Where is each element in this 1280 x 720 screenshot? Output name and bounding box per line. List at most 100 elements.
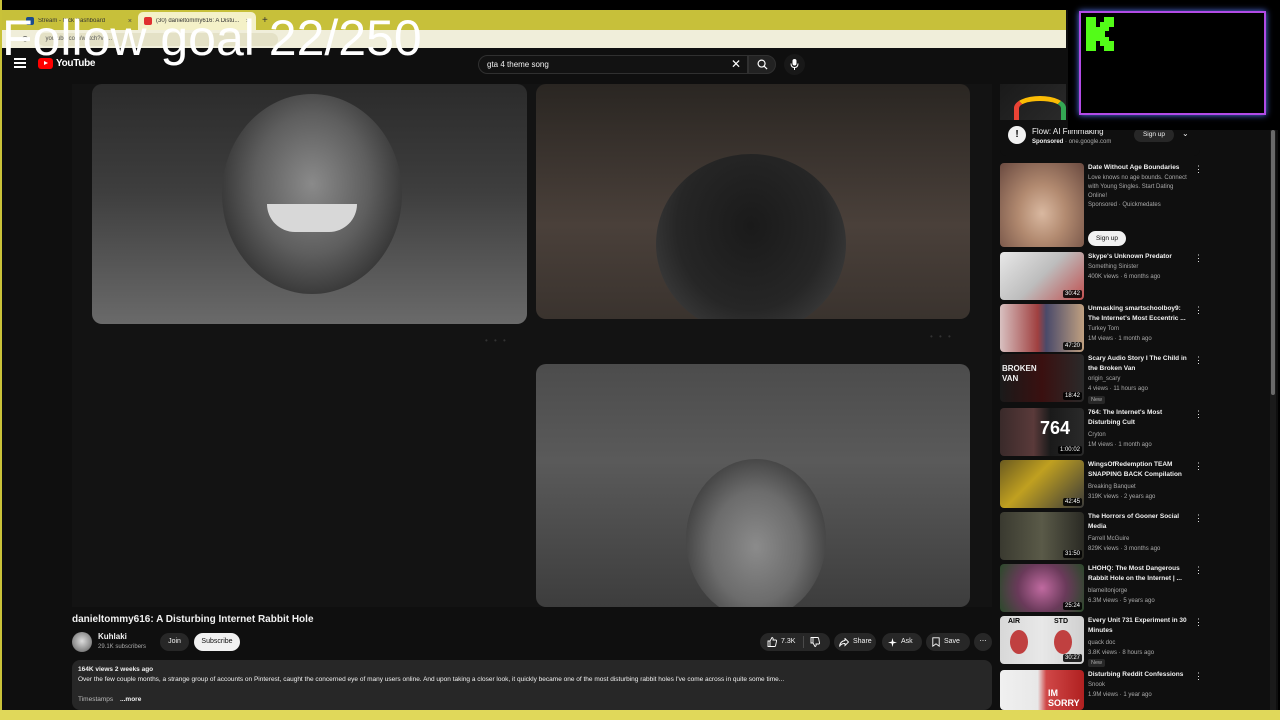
duration-badge: 30:42 bbox=[1062, 290, 1082, 298]
duration-badge: 30:27 bbox=[1062, 654, 1082, 662]
video-thumbnail[interactable]: 47:20 bbox=[1000, 304, 1084, 352]
duration-badge: 25:24 bbox=[1062, 602, 1082, 610]
recommendation-title[interactable]: 764: The Internet's Most Disturbing Cult bbox=[1088, 408, 1190, 428]
channel-name[interactable]: Farrell McGuire bbox=[1088, 536, 1129, 542]
more-vert-icon[interactable]: ⋮ bbox=[1194, 617, 1203, 627]
video-thumbnail[interactable]: 25:24 bbox=[1000, 564, 1084, 612]
channel-name[interactable]: origin_scary bbox=[1088, 376, 1120, 382]
stream-frame-top bbox=[0, 0, 1280, 10]
channel-name[interactable]: blameitonjorge bbox=[1088, 588, 1127, 594]
recommendation-title[interactable]: Date Without Age Boundaries bbox=[1088, 163, 1190, 173]
more-vert-icon[interactable]: ⋮ bbox=[1194, 461, 1203, 471]
description-box[interactable] bbox=[72, 660, 992, 710]
subscriber-count: 29.1K subscribers bbox=[98, 644, 147, 650]
channel-name[interactable]: Breaking Banquet bbox=[1088, 484, 1136, 490]
join-button[interactable]: Join bbox=[160, 633, 189, 651]
recommendation-title[interactable]: Skype's Unknown Predator bbox=[1088, 252, 1190, 262]
recommendation-meta: 1M views · 1 month ago bbox=[1088, 442, 1152, 448]
save-button[interactable]: Save bbox=[926, 633, 970, 651]
thumbnail-text: STD bbox=[1054, 618, 1068, 625]
search-button[interactable] bbox=[748, 55, 776, 74]
video-thumbnail[interactable]: BROKEN VAN 18:42 bbox=[1000, 354, 1084, 402]
recommendation-item[interactable]: AIR STD 30:27 Every Unit 731 Experiment … bbox=[1000, 616, 1205, 667]
more-vert-icon[interactable]: ⋮ bbox=[1194, 513, 1203, 523]
more-vert-icon[interactable]: ⋮ bbox=[1194, 409, 1203, 419]
recommendation-item[interactable]: Date Without Age Boundaries Love knows n… bbox=[1000, 163, 1205, 249]
video-thumbnail[interactable]: 30:42 bbox=[1000, 252, 1084, 300]
share-label: Share bbox=[853, 638, 872, 645]
signup-button[interactable]: Sign up bbox=[1088, 231, 1126, 246]
channel-name[interactable]: Cryton bbox=[1088, 432, 1106, 438]
ad-signup-button[interactable]: Sign up bbox=[1134, 128, 1174, 142]
more-vert-icon[interactable]: ⋮ bbox=[1194, 305, 1203, 315]
ask-button[interactable]: Ask bbox=[882, 633, 922, 651]
recommendation-meta: 400K views · 6 months ago bbox=[1088, 274, 1161, 280]
voice-search-button[interactable] bbox=[784, 54, 805, 75]
channel-name[interactable]: Something Sinister bbox=[1088, 264, 1138, 270]
new-badge: New bbox=[1088, 396, 1106, 404]
recommendation-item[interactable]: IM SORRY Disturbing Reddit Confessions S… bbox=[1000, 670, 1205, 710]
chevron-down-icon[interactable]: ⌄ bbox=[1182, 129, 1189, 138]
duration-badge: 18:42 bbox=[1062, 392, 1082, 400]
recommendation-title[interactable]: Scary Audio Story I The Child in the Bro… bbox=[1088, 354, 1190, 374]
recommendation-item[interactable]: 47:20 Unmasking smartschoolboy9: The Int… bbox=[1000, 304, 1205, 352]
recommendation-item[interactable]: 30:42 Skype's Unknown Predator Something… bbox=[1000, 252, 1205, 300]
recommendation-item[interactable]: 25:24 LHOHQ: The Most Dangerous Rabbit H… bbox=[1000, 564, 1205, 612]
clear-search-icon[interactable]: ✕ bbox=[731, 57, 741, 71]
sparkle-icon bbox=[888, 637, 897, 647]
more-vert-icon[interactable]: ⋮ bbox=[1194, 355, 1203, 365]
more-vert-icon[interactable]: ⋮ bbox=[1194, 164, 1203, 174]
recommendation-meta: 1M views · 1 month ago bbox=[1088, 336, 1152, 342]
recommendation-item[interactable]: 764 1:00:02 764: The Internet's Most Dis… bbox=[1000, 408, 1205, 456]
recommendation-title[interactable]: LHOHQ: The Most Dangerous Rabbit Hole on… bbox=[1088, 564, 1190, 584]
more-vert-icon[interactable]: ⋮ bbox=[1194, 253, 1203, 263]
share-button[interactable]: Share bbox=[834, 633, 876, 651]
scrollbar-thumb[interactable] bbox=[1271, 130, 1275, 395]
video-thumbnail[interactable]: IM SORRY bbox=[1000, 670, 1084, 710]
subscribe-button[interactable]: Subscribe bbox=[194, 633, 240, 651]
new-badge: New bbox=[1088, 659, 1106, 667]
more-vert-icon[interactable]: ⋮ bbox=[1194, 671, 1203, 681]
channel-name[interactable]: Snook bbox=[1088, 682, 1105, 688]
video-player[interactable]: • • • • • • bbox=[72, 84, 992, 607]
recommendation-item[interactable]: BROKEN VAN 18:42 Scary Audio Story I The… bbox=[1000, 354, 1205, 404]
like-count: 7.3K bbox=[781, 638, 796, 645]
show-more-link[interactable]: ...more bbox=[120, 696, 141, 703]
sponsored-label: Sponsored bbox=[1032, 139, 1064, 145]
thumbnail-text: 764 bbox=[1040, 418, 1071, 438]
video-thumbnail[interactable]: 764 1:00:02 bbox=[1000, 408, 1084, 456]
thumbs-down-icon bbox=[810, 637, 820, 647]
face-image bbox=[686, 459, 826, 607]
google-logo-icon bbox=[1014, 96, 1066, 120]
video-thumbnail[interactable]: 42:45 bbox=[1000, 460, 1084, 508]
ad-description: Love knows no age bounds. Connect with Y… bbox=[1088, 175, 1187, 199]
recommendation-meta: 6.3M views · 5 years ago bbox=[1088, 598, 1155, 604]
recommendation-meta: 319K views · 2 years ago bbox=[1088, 494, 1156, 500]
video-thumbnail[interactable]: 31:50 bbox=[1000, 512, 1084, 560]
more-actions-button[interactable]: ⋯ bbox=[974, 633, 992, 651]
timestamps-label: Timestamps bbox=[78, 696, 114, 703]
recommendation-title[interactable]: Every Unit 731 Experiment in 30 Minutes bbox=[1088, 616, 1190, 636]
channel-name[interactable]: quack doc bbox=[1088, 640, 1115, 646]
like-button[interactable]: 7.3K bbox=[760, 636, 804, 648]
video-panel-hair bbox=[536, 84, 970, 319]
recommendation-title[interactable]: The Horrors of Gooner Social Media bbox=[1088, 512, 1190, 532]
panel-dots-icon: • • • bbox=[485, 336, 508, 345]
video-thumbnail[interactable] bbox=[1000, 163, 1084, 247]
video-thumbnail[interactable]: AIR STD 30:27 bbox=[1000, 616, 1084, 664]
recommendation-title[interactable]: Disturbing Reddit Confessions bbox=[1088, 670, 1190, 680]
channel-avatar[interactable] bbox=[72, 632, 92, 652]
search-input[interactable]: gta 4 theme song bbox=[478, 55, 748, 74]
recommendation-item[interactable]: 31:50 The Horrors of Gooner Social Media… bbox=[1000, 512, 1205, 560]
ad-domain: one.google.com bbox=[1068, 139, 1112, 145]
recommendation-title[interactable]: WingsOfRedemption TEAM SNAPPING BACK Com… bbox=[1088, 460, 1190, 480]
face-image bbox=[222, 94, 402, 294]
recommendation-meta: 1.9M views · 1 year ago bbox=[1088, 692, 1152, 698]
more-vert-icon[interactable]: ⋮ bbox=[1194, 565, 1203, 575]
channel-name[interactable]: Kuhlaki bbox=[98, 632, 127, 641]
dislike-button[interactable] bbox=[804, 637, 820, 647]
video-title: danieltommy616: A Disturbing Internet Ra… bbox=[72, 614, 314, 625]
channel-name[interactable]: Turkey Tom bbox=[1088, 326, 1119, 332]
recommendation-item[interactable]: 42:45 WingsOfRedemption TEAM SNAPPING BA… bbox=[1000, 460, 1205, 508]
recommendation-title[interactable]: Unmasking smartschoolboy9: The Internet'… bbox=[1088, 304, 1190, 324]
